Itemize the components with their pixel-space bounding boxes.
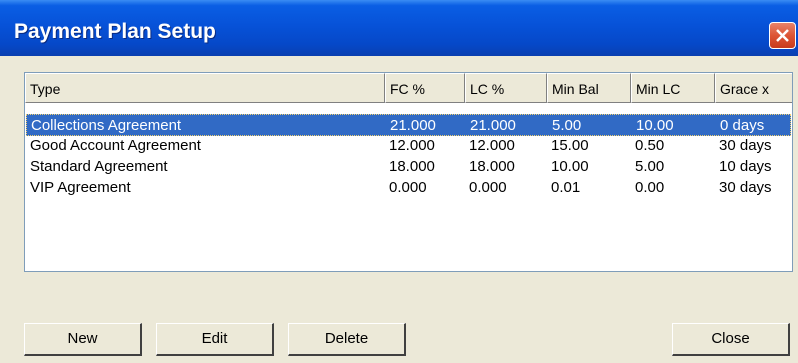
cell-min-bal: 10.00 <box>551 158 589 175</box>
cell-type: Good Account Agreement <box>30 137 201 154</box>
table-row[interactable]: VIP Agreement 0.000 0.000 0.01 0.00 30 d… <box>26 177 791 199</box>
cell-lc: 0.000 <box>469 179 507 196</box>
close-button[interactable]: Close <box>672 323 790 356</box>
column-header-min-bal[interactable]: Min Bal <box>547 73 631 103</box>
window-close-button[interactable] <box>769 22 796 49</box>
column-header-type[interactable]: Type <box>25 73 385 103</box>
cell-fc: 21.000 <box>390 117 436 134</box>
delete-button[interactable]: Delete <box>288 323 406 356</box>
column-header-grace[interactable]: Grace x <box>715 73 792 103</box>
cell-lc: 12.000 <box>469 137 515 154</box>
cell-fc: 12.000 <box>389 137 435 154</box>
cell-fc: 0.000 <box>389 179 427 196</box>
edit-button[interactable]: Edit <box>156 323 274 356</box>
cell-min-lc: 0.50 <box>635 137 665 154</box>
list-header: Type FC % LC % Min Bal Min LC Grace x <box>25 73 792 103</box>
payment-plan-setup-window: Payment Plan Setup Type FC % LC % Min Ba… <box>0 0 798 363</box>
cell-min-lc: 10.00 <box>636 117 674 134</box>
cell-min-bal: 5.00 <box>552 117 582 134</box>
cell-grace: 30 days <box>719 179 772 196</box>
payment-plan-list[interactable]: Type FC % LC % Min Bal Min LC Grace x Co… <box>24 72 793 272</box>
cell-grace: 30 days <box>719 137 772 154</box>
cell-lc: 18.000 <box>469 158 515 175</box>
cell-min-bal: 15.00 <box>551 137 589 154</box>
cell-type: Collections Agreement <box>31 117 182 134</box>
cell-grace: 0 days <box>720 117 765 134</box>
cell-min-lc: 0.00 <box>635 179 665 196</box>
table-row[interactable]: Standard Agreement 18.000 18.000 10.00 5… <box>26 156 791 178</box>
close-icon <box>776 29 789 42</box>
cell-lc: 21.000 <box>470 117 516 134</box>
window-title: Payment Plan Setup <box>14 20 216 43</box>
column-header-min-lc[interactable]: Min LC <box>631 73 715 103</box>
table-row[interactable]: Collections Agreement 21.000 21.000 5.00… <box>26 114 791 136</box>
cell-grace: 10 days <box>719 158 772 175</box>
cell-min-bal: 0.01 <box>551 179 581 196</box>
column-header-fc[interactable]: FC % <box>385 73 465 103</box>
cell-type: Standard Agreement <box>30 158 168 175</box>
new-button[interactable]: New <box>24 323 142 356</box>
cell-fc: 18.000 <box>389 158 435 175</box>
title-bar[interactable]: Payment Plan Setup <box>0 0 798 56</box>
cell-min-lc: 5.00 <box>635 158 665 175</box>
table-row[interactable]: Good Account Agreement 12.000 12.000 15.… <box>26 135 791 157</box>
column-header-lc[interactable]: LC % <box>465 73 547 103</box>
cell-type: VIP Agreement <box>30 179 131 196</box>
